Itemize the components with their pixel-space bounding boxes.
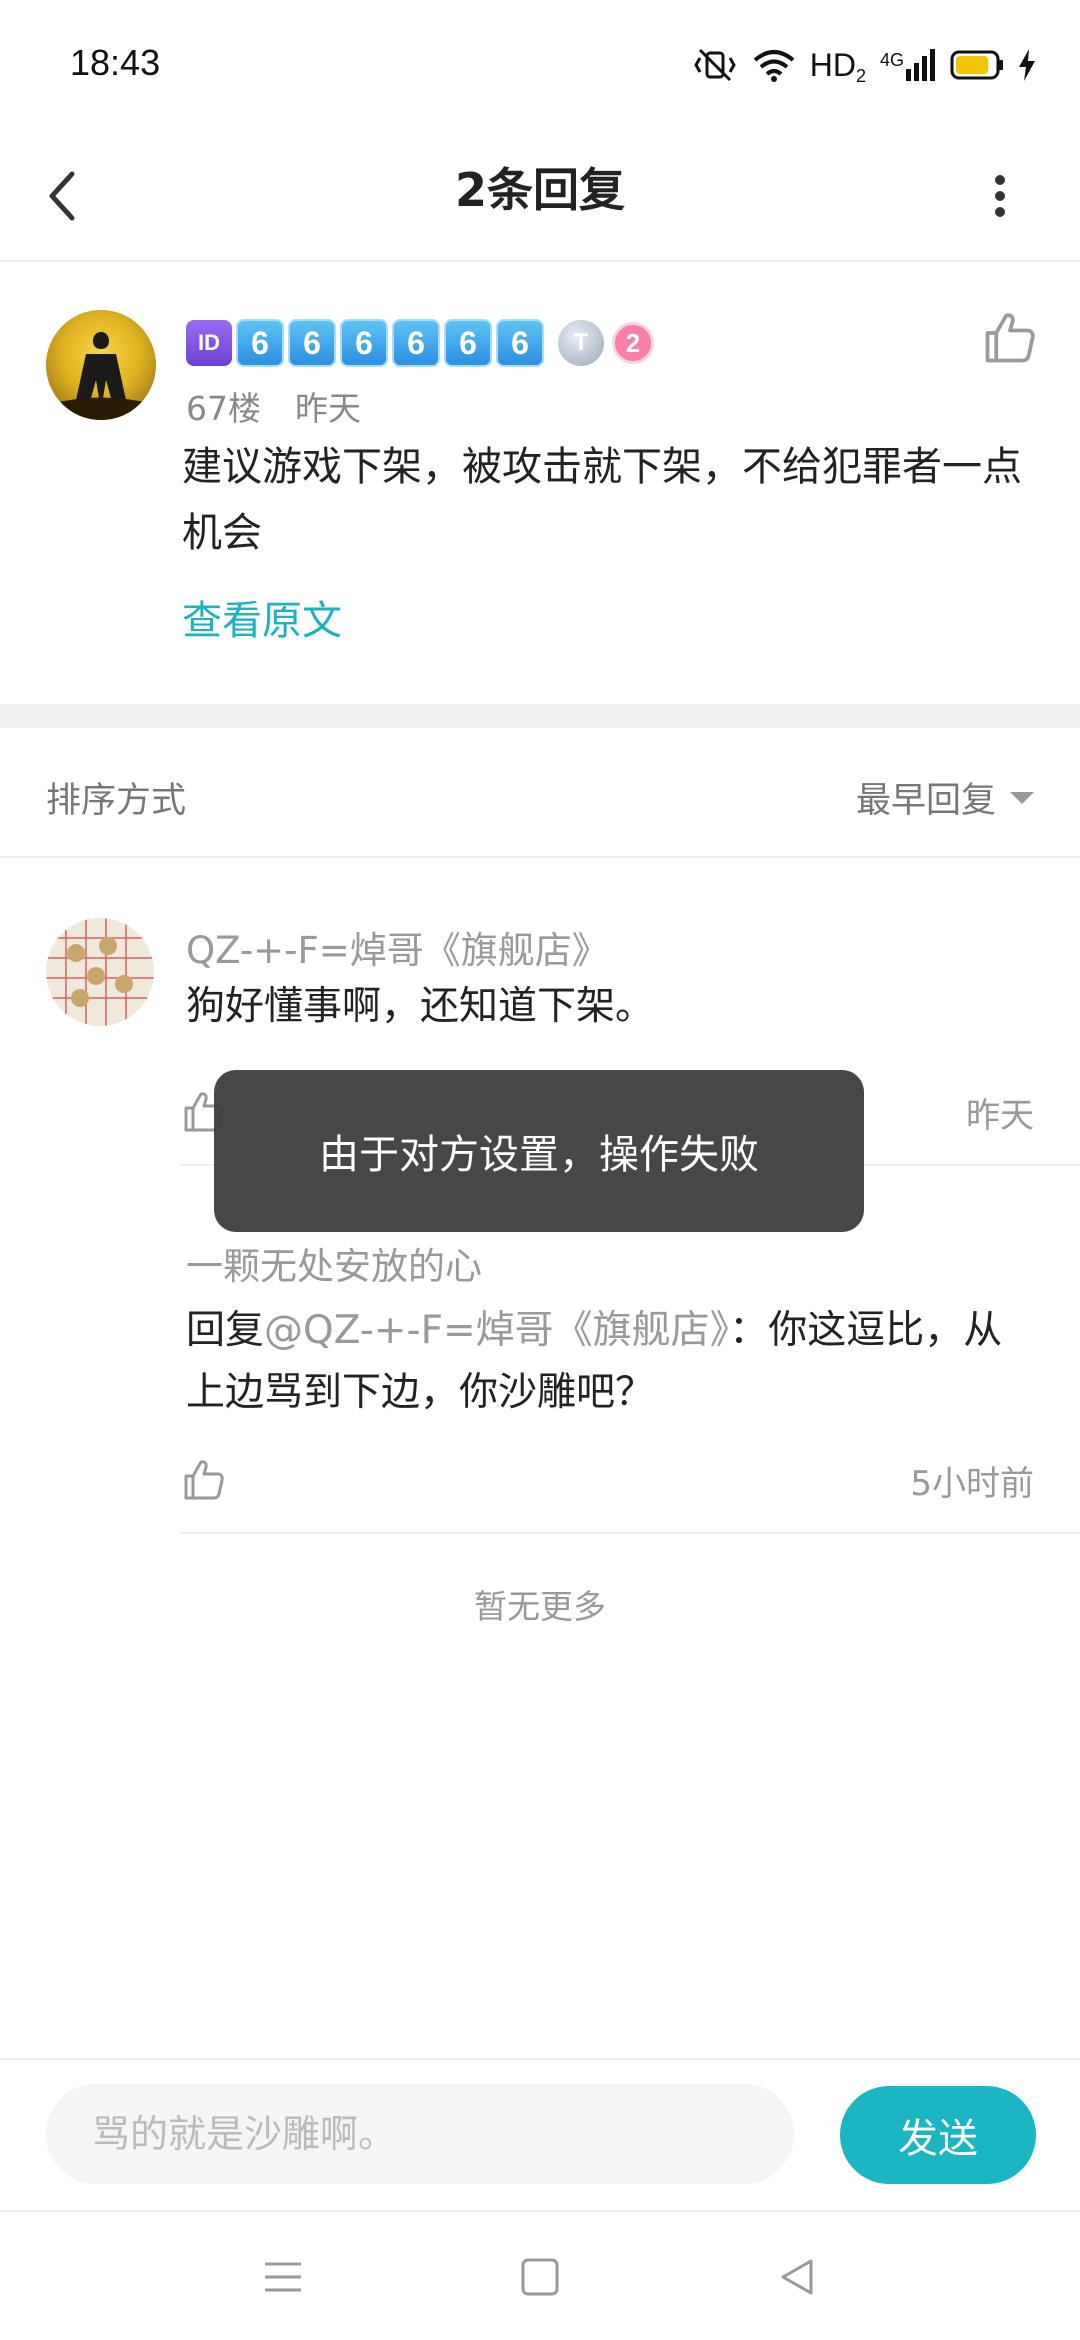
top-header: 2条回复 [0,130,1080,262]
wifi-icon [752,48,796,82]
sort-dropdown[interactable]: 最早回复 [856,772,1034,823]
reply-author[interactable]: 一颗无处安放的心 [186,1236,482,1290]
reply-time: 5小时前 [910,1464,1034,1504]
thumbs-up-icon [184,1460,224,1500]
toast-message: 由于对方设置，操作失败 [214,1070,864,1232]
digit-badge: 6 [340,319,388,367]
reply-time: 昨天 [966,1096,1034,1136]
digit-badge: 6 [392,319,440,367]
floor-number: 67楼 [186,389,261,428]
avatar[interactable] [46,310,156,420]
reply-text: 狗好懂事啊，还知道下架。 [186,984,655,1029]
avatar[interactable] [46,918,154,1026]
post-content: 建议游戏下架，被攻击就下架，不给犯罪者一点机会 [182,444,1022,556]
sort-label: 排序方式 [46,781,187,821]
view-original-link[interactable]: 查看原文 [182,588,342,646]
id-badge: ID [186,320,232,366]
status-time: 18:43 [70,42,161,83]
menu-button[interactable] [256,2250,310,2304]
signal-icon: 4G [880,49,936,81]
page-title: 2条回复 [454,163,625,217]
reply-composer: 发送 [0,2058,1080,2210]
digit-badge: 6 [444,319,492,367]
like-button[interactable] [180,1456,228,1504]
system-nav-bar [0,2210,1080,2340]
main-post: ID 6 6 6 6 6 6 T 2 67楼 昨天 建议游戏下架，被攻击就下架，不… [0,264,1080,704]
like-button[interactable] [980,308,1040,368]
sort-bar: 排序方式 最早回复 [0,728,1080,858]
mute-vibrate-icon [692,48,738,82]
back-triangle-icon [781,2259,813,2295]
sort-selected-value: 最早回复 [855,781,996,821]
charging-icon [1018,49,1036,81]
more-vertical-icon [995,175,1005,217]
reply-text: 回复@QZ-+-F=焯哥《旗舰店》：你这逗比，从上边骂到下边，你沙雕吧？ [186,1300,1036,1424]
post-time: 昨天 [295,389,361,428]
more-options-button[interactable] [960,156,1040,236]
home-square-icon [521,2258,559,2296]
reply-prefix: 回复 [186,1308,265,1353]
title-badge: T [558,320,604,366]
divider [180,1532,1080,1534]
digit-badge: 6 [496,319,544,367]
status-icons: HD2 4G [692,40,1036,90]
thumbs-up-icon [985,313,1035,363]
home-button[interactable] [513,2250,567,2304]
digit-badge: 6 [236,319,284,367]
user-badges: ID 6 6 6 6 6 6 T 2 [186,318,654,368]
mention-link[interactable]: @QZ-+-F=焯哥《旗舰店》 [264,1308,729,1353]
level-badge: 2 [612,322,654,364]
hd-indicator: HD2 [809,46,866,86]
post-meta: 67楼 昨天 [186,382,361,430]
reply-author[interactable]: QZ-+-F=焯哥《旗舰店》 [186,920,609,974]
reply-input[interactable] [46,2084,794,2184]
section-divider [0,704,1080,728]
system-back-button[interactable] [770,2250,824,2304]
battery-icon [950,50,1004,80]
send-button[interactable]: 发送 [840,2086,1036,2184]
caret-down-icon [1010,791,1034,804]
status-bar: 18:43 HD2 4G [0,0,1080,130]
no-more-label: 暂无更多 [474,1587,606,1626]
digit-badge: 6 [288,319,336,367]
menu-icon [265,2262,301,2292]
